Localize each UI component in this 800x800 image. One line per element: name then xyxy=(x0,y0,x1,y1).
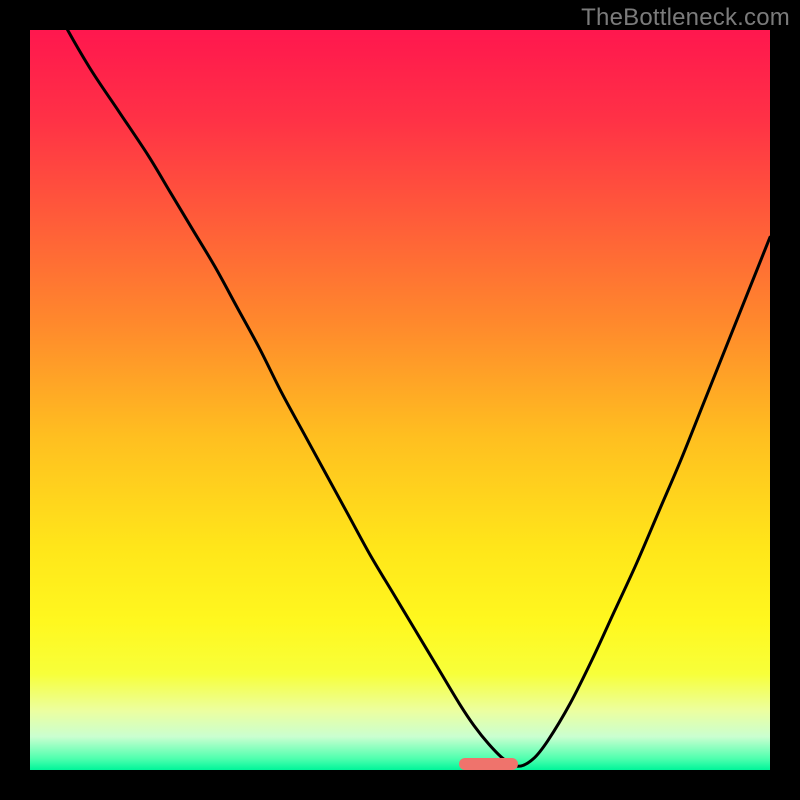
bottleneck-chart xyxy=(30,30,770,770)
image-frame: TheBottleneck.com xyxy=(0,0,800,800)
watermark-text: TheBottleneck.com xyxy=(581,4,790,32)
chart-background xyxy=(30,30,770,770)
optimal-range-marker xyxy=(459,758,518,770)
